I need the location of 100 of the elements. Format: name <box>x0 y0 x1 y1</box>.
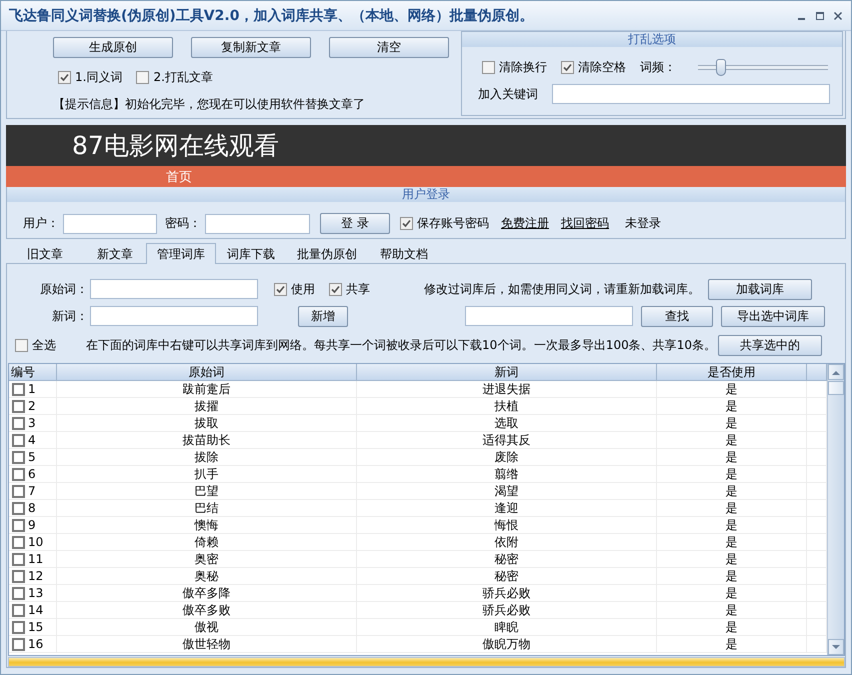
site-title: 87电影网在线观看 <box>72 130 279 162</box>
column-header[interactable]: 编号 <box>9 364 57 380</box>
checkbox[interactable] <box>400 217 413 230</box>
row-number: 1 <box>28 382 36 396</box>
checkbox[interactable] <box>12 416 25 430</box>
original-word-field[interactable] <box>90 279 258 299</box>
checkbox[interactable] <box>12 586 25 600</box>
checkbox[interactable] <box>12 570 25 582</box>
table-cell: 适得其反 <box>357 432 657 448</box>
reload-button[interactable]: 加载词库 <box>708 278 812 300</box>
table-cell: 傲睨万物 <box>357 636 657 652</box>
checkbox[interactable] <box>482 61 495 74</box>
table-cell: 巴望 <box>57 483 357 499</box>
field-label: 用户： <box>23 215 59 232</box>
row-number: 7 <box>28 484 36 498</box>
checkbox[interactable] <box>12 468 25 480</box>
table-cell: 睥睨 <box>357 619 657 635</box>
checkbox[interactable] <box>136 71 150 84</box>
checkbox[interactable] <box>12 382 25 396</box>
table-cell: 悔恨 <box>357 517 657 533</box>
scroll-up-icon[interactable] <box>828 364 844 380</box>
table-cell: 是 <box>657 432 807 448</box>
table-cell: 是 <box>657 398 807 414</box>
link[interactable]: 免费注册 <box>501 215 549 232</box>
tab[interactable]: 词库下载 <box>216 245 286 263</box>
checkbox[interactable] <box>12 450 25 464</box>
table-cell: 是 <box>657 585 807 601</box>
table-cell: 傲卒多败 <box>57 602 357 618</box>
checkbox-label: 共享 <box>346 280 370 298</box>
checkbox-label: 1.同义词 <box>75 69 122 86</box>
checkbox[interactable] <box>12 536 25 548</box>
scroll-thumb[interactable] <box>828 381 844 395</box>
tab[interactable]: 新文章 <box>84 245 146 263</box>
table-cell: 废除 <box>357 449 657 465</box>
tab[interactable]: 帮助文档 <box>368 245 440 263</box>
table-cell: 是 <box>657 381 807 397</box>
table-cell: 是 <box>657 551 807 567</box>
scrollbar[interactable] <box>827 364 844 655</box>
table-cell: 秘密 <box>357 568 657 584</box>
new-word-field[interactable] <box>90 306 258 326</box>
note-text: 修改过词库后，如需使用同义词，请重新加载词库。 <box>424 280 700 298</box>
table-cell: 拔取 <box>57 415 357 431</box>
checkbox[interactable] <box>12 638 25 650</box>
search-button[interactable]: 查找 <box>641 306 713 326</box>
link[interactable]: 找回密码 <box>561 215 609 232</box>
search-field[interactable] <box>465 306 633 326</box>
checkbox[interactable] <box>329 282 342 296</box>
username-field[interactable] <box>63 214 157 234</box>
checkbox[interactable] <box>12 518 25 532</box>
row-number: 4 <box>28 433 36 447</box>
login-button[interactable]: 登 录 <box>320 213 390 234</box>
checkbox[interactable] <box>12 502 25 514</box>
checkbox[interactable] <box>12 620 25 634</box>
row-number: 5 <box>28 450 36 464</box>
checkbox[interactable] <box>12 552 25 566</box>
checkbox[interactable] <box>15 338 28 352</box>
slider-thumb[interactable] <box>716 59 726 76</box>
table-cell: 是 <box>657 500 807 516</box>
checkbox[interactable] <box>274 282 287 296</box>
close-icon[interactable] <box>833 10 843 20</box>
info-message: 【提示信息】初始化完毕，您现在可以使用软件替换文章了 <box>53 96 366 113</box>
action-button[interactable]: 复制新文章 <box>191 37 311 58</box>
row-number: 14 <box>28 603 44 617</box>
table-cell: 骄兵必败 <box>357 585 657 601</box>
checkbox-label: 清除空格 <box>578 59 626 76</box>
scroll-down-icon[interactable] <box>828 639 844 655</box>
checkbox[interactable] <box>561 61 574 74</box>
table-cell: 是 <box>657 517 807 533</box>
column-header[interactable]: 新词 <box>357 364 657 380</box>
column-header[interactable]: 原始词 <box>57 364 357 380</box>
checkbox[interactable] <box>12 604 25 616</box>
tab[interactable]: 旧文章 <box>6 245 84 263</box>
table-cell: 选取 <box>357 415 657 431</box>
keyword-field[interactable] <box>552 84 830 104</box>
window-title: 飞达鲁同义词替换(伪原创)工具V2.0，加入词库共享、（本地、网络）批量伪原创。 <box>9 6 534 24</box>
share-button[interactable]: 共享选中的 <box>718 334 822 356</box>
checkbox[interactable] <box>58 71 71 84</box>
table-cell: 巴结 <box>57 500 357 516</box>
export-button[interactable]: 导出选中词库 <box>721 306 825 326</box>
checkbox[interactable] <box>12 484 25 498</box>
table-cell: 拔除 <box>57 449 357 465</box>
tab[interactable]: 管理词库 <box>146 243 216 264</box>
table-cell: 拔苗助长 <box>57 432 357 448</box>
table-cell: 依附 <box>357 534 657 550</box>
password-field[interactable] <box>205 214 310 234</box>
field-label: 加入关键词 <box>478 86 538 102</box>
maximize-icon[interactable] <box>815 10 825 20</box>
checkbox[interactable] <box>12 400 25 412</box>
add-button[interactable]: 新增 <box>298 306 348 326</box>
slider-label: 词频： <box>640 59 676 76</box>
table-cell: 傲视 <box>57 619 357 635</box>
action-button[interactable]: 清空 <box>329 37 449 58</box>
column-header[interactable]: 是否使用 <box>657 364 807 380</box>
checkbox-label: 保存账号密码 <box>417 215 489 232</box>
table-cell: 是 <box>657 483 807 499</box>
tab[interactable]: 批量伪原创 <box>286 245 368 263</box>
row-number: 12 <box>28 569 44 583</box>
row-number: 11 <box>28 552 44 566</box>
action-button[interactable]: 生成原创 <box>53 37 173 58</box>
checkbox[interactable] <box>12 434 25 446</box>
